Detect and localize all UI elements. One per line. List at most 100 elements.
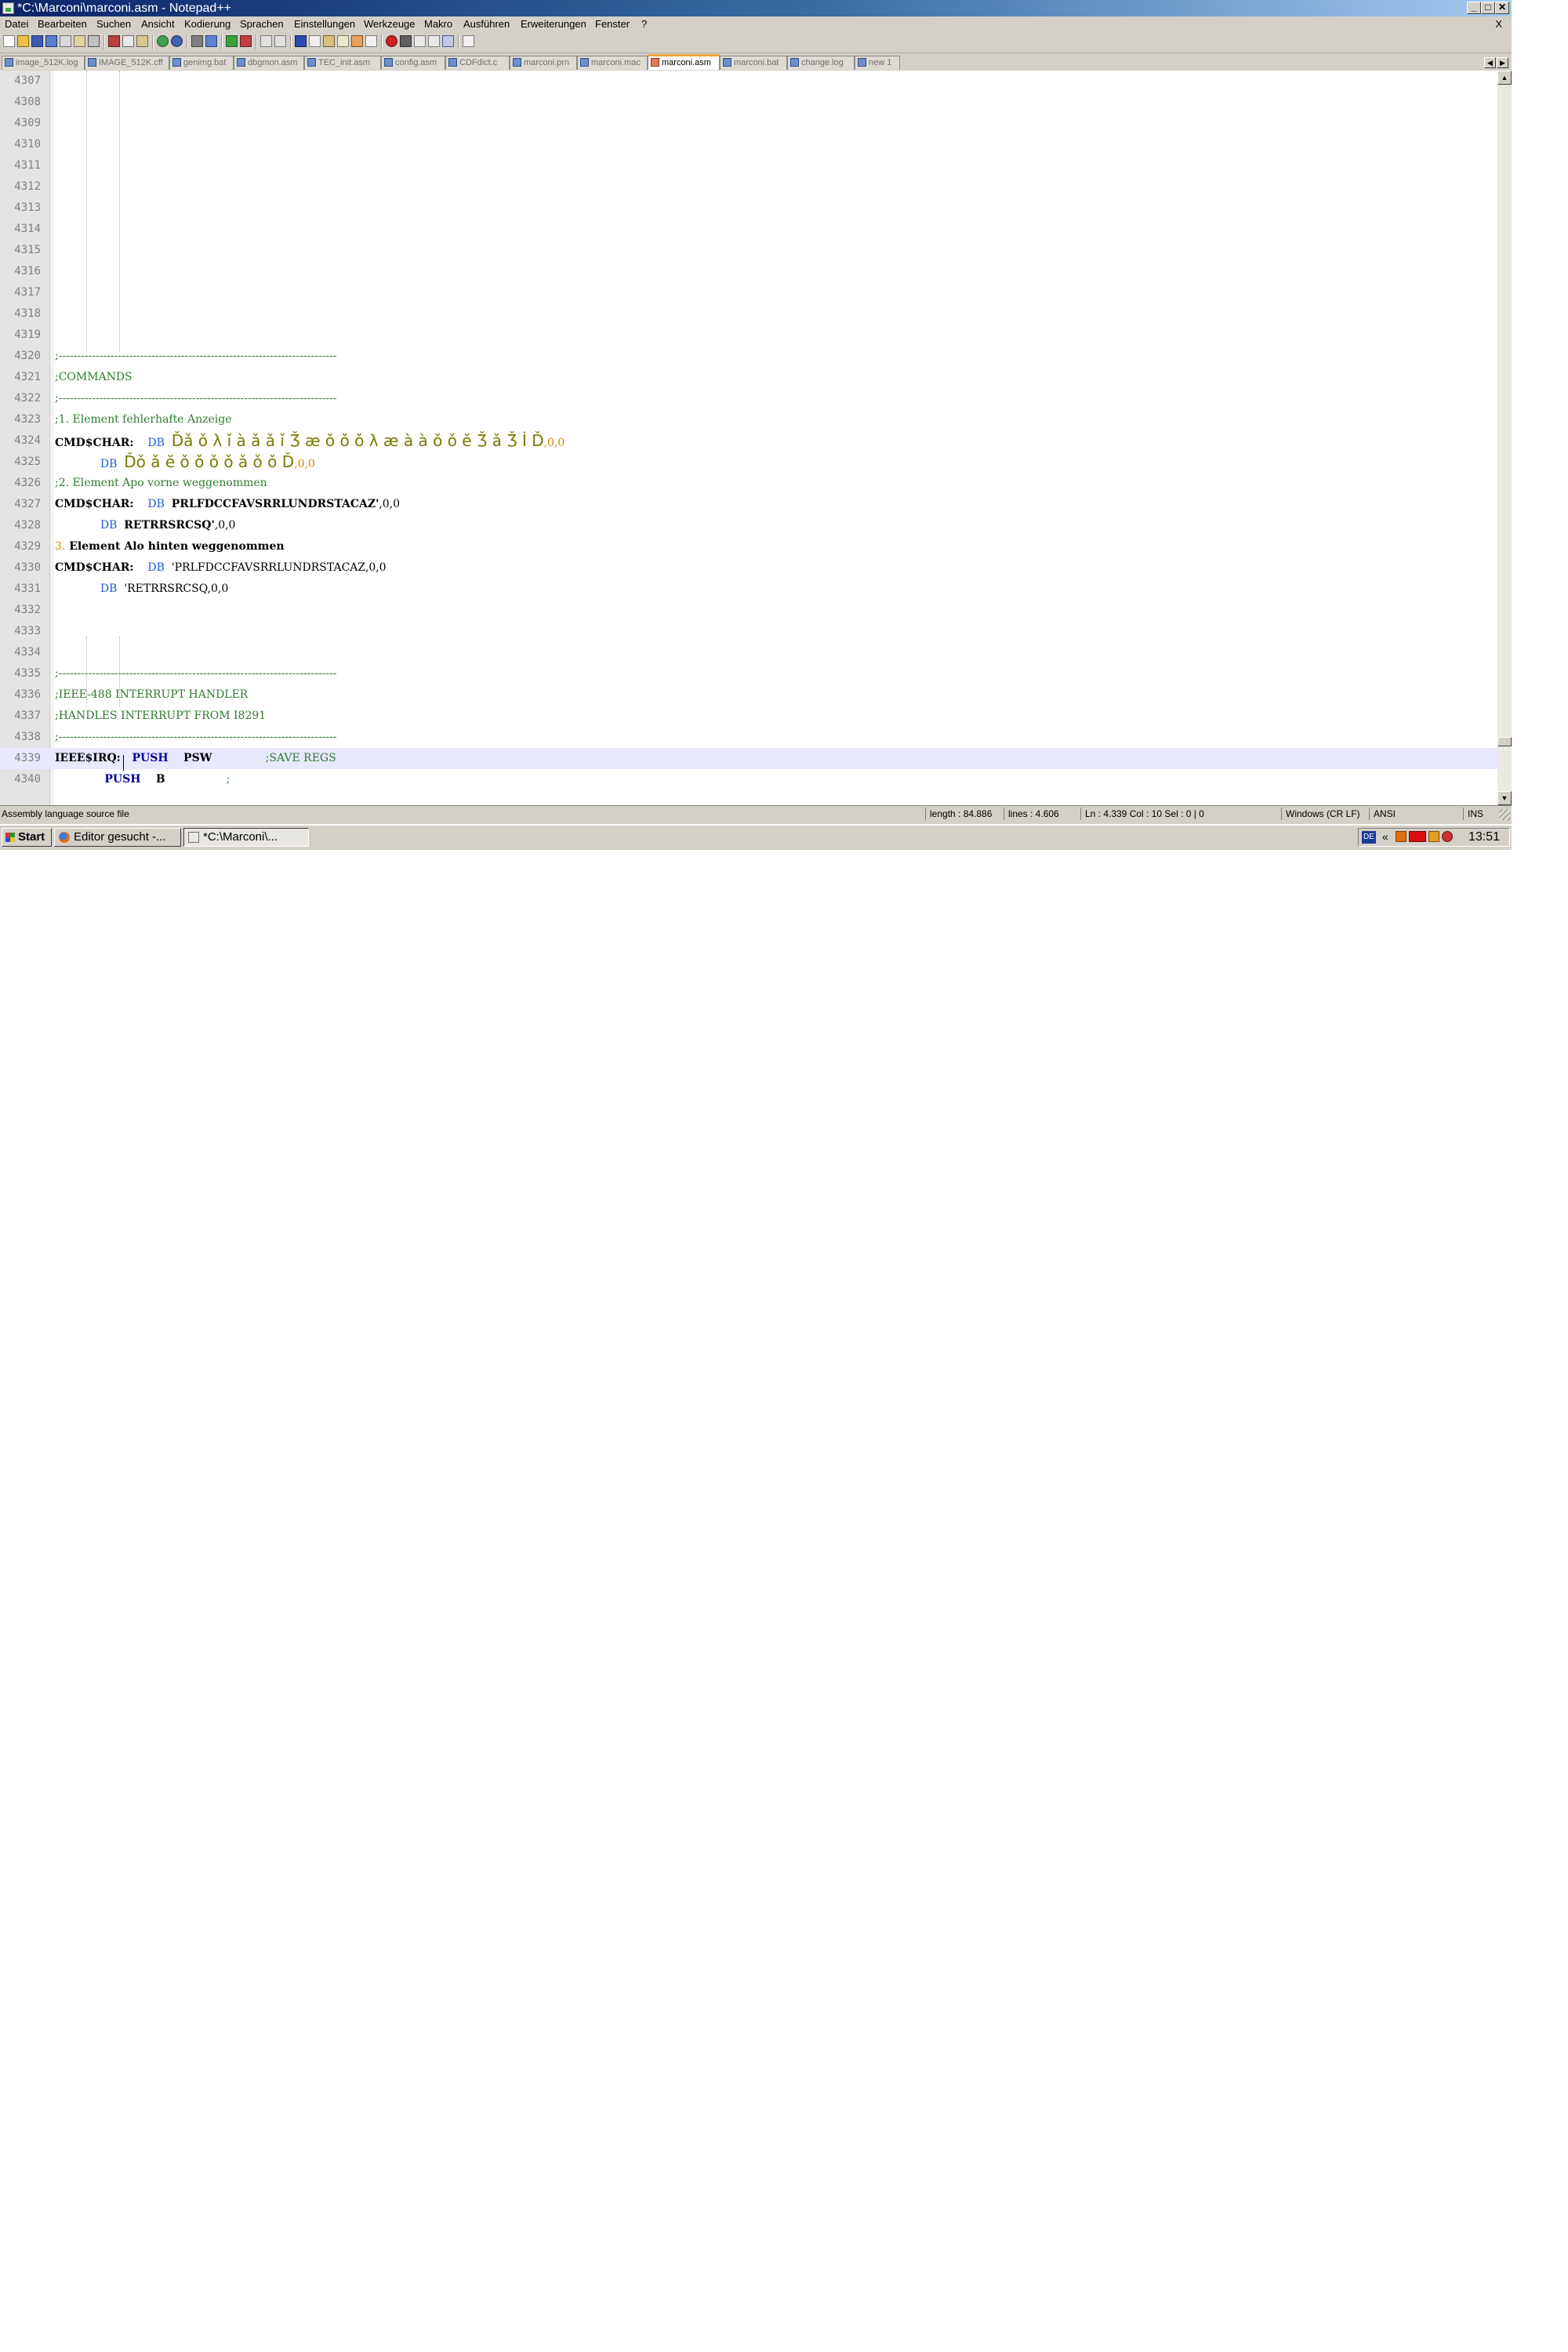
menu-erweiterungen[interactable]: Erweiterungen	[521, 18, 586, 31]
code-line[interactable]: 4323 ;1. Element fehlerhafte Anzeige	[0, 409, 1497, 430]
macro-play-icon[interactable]	[414, 35, 426, 47]
tab-config-asm[interactable]: config.asm	[381, 56, 445, 70]
close-all-icon[interactable]	[74, 35, 85, 47]
close-document-icon[interactable]: X	[1495, 18, 1502, 31]
taskbar-item-firefox[interactable]: Editor gesucht -...	[54, 828, 181, 847]
code-line[interactable]: 4330 CMD$CHAR: DB 'PRLFDCCFAVSRRLUNDRSTAC…	[0, 557, 1497, 579]
network-icon[interactable]	[1428, 831, 1439, 842]
menu-fenster[interactable]: Fenster	[595, 18, 630, 31]
tab-marconi-mac[interactable]: marconi.mac	[577, 56, 648, 70]
code-line[interactable]: 4333	[0, 621, 1497, 642]
code-line[interactable]: 4326 ;2. Element Apo vorne weggenommen	[0, 473, 1497, 494]
code-line[interactable]: 4318	[0, 303, 1497, 325]
code-line[interactable]: 4321 ;COMMANDS	[0, 367, 1497, 388]
code-line[interactable]: 4309	[0, 113, 1497, 134]
code-line[interactable]: 4338 ;-----------------------------------…	[0, 727, 1497, 748]
indent-guide-icon[interactable]	[323, 35, 335, 47]
sync-horizontal-icon[interactable]	[274, 35, 286, 47]
menu-ansicht[interactable]: Ansicht	[141, 18, 175, 31]
scroll-down-icon[interactable]: ▼	[1497, 791, 1512, 805]
code-line[interactable]: 4337 ;HANDLES INTERRUPT FROM I8291	[0, 706, 1497, 727]
code-line[interactable]: 4324 CMD$CHAR: DB Ďǎ ǒ λ ǐ à ǎ ǎ ǐ Ǯ æ ǒ …	[0, 430, 1497, 452]
notepadpp-app-icon[interactable]	[2, 2, 14, 14]
tab-new-1[interactable]: new 1	[855, 56, 900, 70]
spell-check-icon[interactable]	[463, 35, 474, 47]
code-line[interactable]: 4327 CMD$CHAR: DB PRLFDCCFAVSRRLUNDRSTACA…	[0, 494, 1497, 515]
word-wrap-icon[interactable]	[295, 35, 307, 47]
menu-bearbeiten[interactable]: Bearbeiten	[38, 18, 87, 31]
tray-expand-icon[interactable]: «	[1382, 831, 1393, 842]
new-file-icon[interactable]	[3, 35, 15, 47]
save-icon[interactable]	[31, 35, 43, 47]
tab-image-512k-log[interactable]: image_512K.log	[2, 56, 85, 70]
menu-datei[interactable]: Datei	[5, 18, 28, 31]
clock[interactable]: 13:51	[1468, 829, 1500, 845]
code-line[interactable]: 4311	[0, 155, 1497, 176]
redo-icon[interactable]	[171, 35, 183, 47]
zoom-out-icon[interactable]	[240, 35, 252, 47]
scrollbar-thumb[interactable]	[1497, 737, 1512, 746]
status-encoding[interactable]: ANSI	[1369, 808, 1463, 820]
code-line[interactable]: 4314	[0, 219, 1497, 240]
zoom-in-icon[interactable]	[226, 35, 238, 47]
macro-save-icon[interactable]	[442, 35, 454, 47]
scroll-up-icon[interactable]: ▲	[1497, 71, 1512, 85]
status-cursor-position[interactable]: Ln : 4.339 Col : 10 Sel : 0 | 0	[1080, 808, 1281, 820]
code-line[interactable]: 4310	[0, 134, 1497, 155]
code-line[interactable]: 4335 ;-----------------------------------…	[0, 663, 1497, 684]
tab-scroll-left-icon[interactable]: ◀	[1484, 57, 1496, 68]
tab-marconi-bat[interactable]: marconi.bat	[720, 56, 787, 70]
code-line[interactable]: 4328 DB RETRRSRCSQ',0,0	[0, 515, 1497, 536]
user-language-icon[interactable]	[337, 35, 349, 47]
tab-tec-init-asm[interactable]: TEC_init.asm	[304, 56, 381, 70]
code-line[interactable]: 4322 ;-----------------------------------…	[0, 388, 1497, 409]
paste-icon[interactable]	[136, 35, 148, 47]
tab-marconi-prn[interactable]: marconi.prn	[510, 56, 577, 70]
status-eol-format[interactable]: Windows (CR LF)	[1281, 808, 1369, 820]
code-line[interactable]: 4336 ;IEEE-488 INTERRUPT HANDLER	[0, 684, 1497, 706]
macro-stop-icon[interactable]	[400, 35, 412, 47]
save-all-icon[interactable]	[45, 35, 57, 47]
code-line[interactable]: 4308	[0, 92, 1497, 113]
menu-makro[interactable]: Makro	[424, 18, 452, 31]
cut-icon[interactable]	[108, 35, 120, 47]
replace-icon[interactable]	[205, 35, 217, 47]
sync-vertical-icon[interactable]	[260, 35, 272, 47]
minimize-button[interactable]: _	[1467, 2, 1481, 14]
code-line[interactable]: 4315	[0, 240, 1497, 261]
tab-change-log[interactable]: change.log	[787, 56, 855, 70]
close-file-icon[interactable]	[60, 35, 71, 47]
code-line[interactable]: 4340 PUSH B ;	[0, 769, 1497, 790]
function-list-icon[interactable]	[365, 35, 377, 47]
tab-image-512k-cff[interactable]: IMAGE_512K.cff	[85, 56, 169, 70]
code-editor[interactable]: 4307 4308 4309 4310 4311 4312 4313 4314 4315 4316…	[0, 71, 1497, 805]
show-all-chars-icon[interactable]	[309, 35, 321, 47]
macro-run-multiple-icon[interactable]	[428, 35, 440, 47]
print-icon[interactable]	[88, 35, 100, 47]
start-button[interactable]: Start	[2, 828, 52, 847]
code-line[interactable]: 4331 DB 'RETRRSRCSQ,0,0	[0, 579, 1497, 600]
document-map-icon[interactable]	[351, 35, 363, 47]
menu-einstellungen[interactable]: Einstellungen	[294, 18, 355, 31]
code-line[interactable]: 4317	[0, 282, 1497, 303]
tab-genimg-bat[interactable]: genimg.bat	[169, 56, 234, 70]
code-line[interactable]: 4312	[0, 176, 1497, 198]
code-line[interactable]: 4325 DB Ďǒ ǎ ĕ ǒ ǒ ǒ ǒ ǎ ǒ ǒ Ď,0,0	[0, 452, 1497, 473]
code-line[interactable]: 4316	[0, 261, 1497, 282]
tab-dbgmon-asm[interactable]: dbgmon.asm	[234, 56, 304, 70]
code-line[interactable]: 4334	[0, 642, 1497, 663]
copy-icon[interactable]	[122, 35, 134, 47]
code-line[interactable]: 4320 ;-----------------------------------…	[0, 346, 1497, 367]
menu-werkzeuge[interactable]: Werkzeuge	[364, 18, 416, 31]
tab-marconi-asm[interactable]: marconi.asm	[648, 54, 720, 70]
vertical-scrollbar[interactable]: ▲ ▼	[1497, 71, 1512, 805]
code-line[interactable]: 4313	[0, 198, 1497, 219]
code-line[interactable]: 4332	[0, 600, 1497, 621]
code-line[interactable]: 4319	[0, 325, 1497, 346]
tray-app-icon[interactable]	[1396, 831, 1406, 842]
menu-ausfuehren[interactable]: Ausführen	[463, 18, 510, 31]
code-line[interactable]: 4339 IEEE$IRQ: PUSH PSW ;SAVE REGS	[0, 748, 1497, 769]
maximize-button[interactable]: □	[1481, 2, 1495, 14]
ati-icon[interactable]	[1409, 831, 1426, 842]
find-icon[interactable]	[191, 35, 203, 47]
